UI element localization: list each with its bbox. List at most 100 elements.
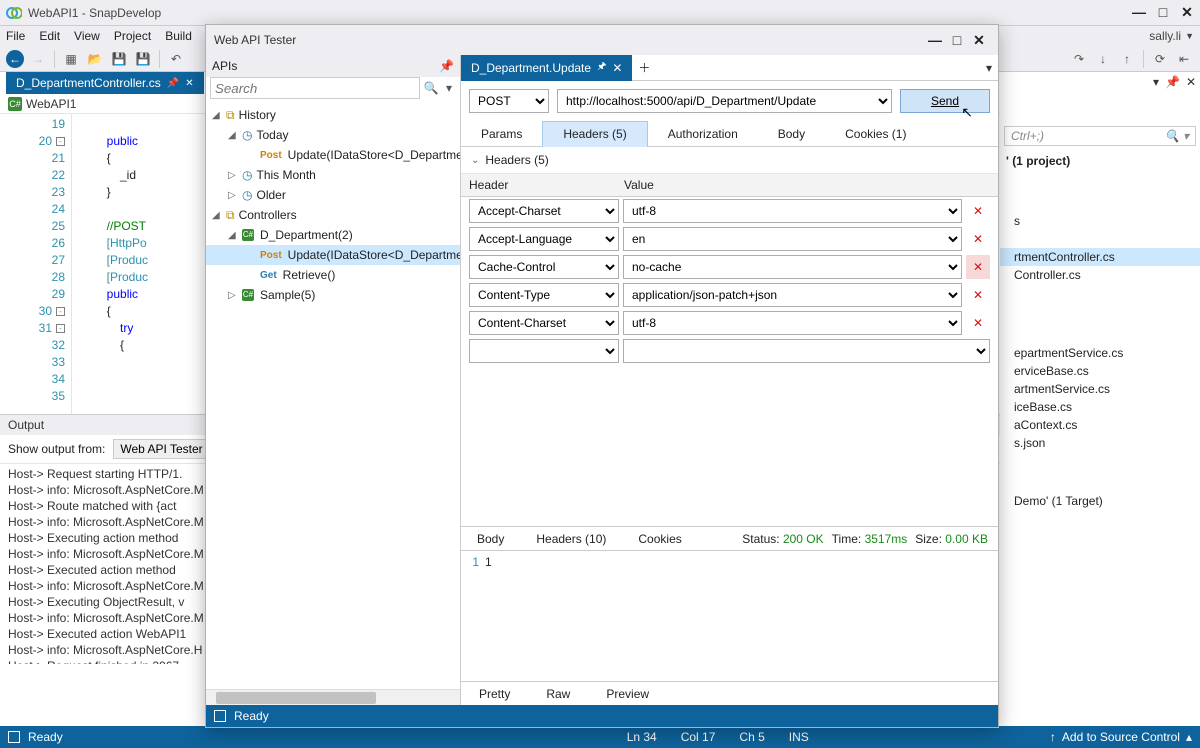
url-input[interactable]: http://localhost:5000/api/D_Department/U… [557,89,892,113]
header-key-select[interactable] [469,339,619,363]
list-item[interactable]: rtmentController.cs [1000,248,1200,266]
delete-header-button[interactable]: ✕ [966,227,990,251]
delete-header-button[interactable]: ✕ [966,255,990,279]
code-body[interactable]: public { _id } //POST [HttpPo [Produc [P… [72,114,148,414]
send-button[interactable]: Send↖ [900,89,990,113]
method-select[interactable]: POST [469,89,549,113]
header-value-select[interactable]: application/json-patch+json [623,283,962,307]
solution-search[interactable]: Ctrl+;)🔍 ▾ [1004,126,1196,146]
tree-sample[interactable]: Sample(5) [260,288,315,302]
list-item[interactable]: epartmentService.cs [1000,344,1200,362]
list-item[interactable]: s [1000,212,1200,230]
nav-back-button[interactable]: ← [6,50,24,68]
outdent-icon[interactable]: ⇤ [1174,49,1194,69]
refresh-icon[interactable]: ⟳ [1150,49,1170,69]
close-icon[interactable]: ✕ [185,78,193,89]
tester-close-button[interactable]: ✕ [968,32,990,49]
menu-build[interactable]: Build [165,29,192,43]
step-over-icon[interactable]: ↷ [1069,49,1089,69]
list-item[interactable]: Demo' (1 Target) [1000,492,1200,510]
step-out-icon[interactable]: ↑ [1117,49,1137,69]
resp-view-preview[interactable]: Preview [588,682,667,705]
list-item[interactable]: s.json [1000,434,1200,452]
delete-header-button[interactable]: ✕ [966,199,990,223]
tree-controllers[interactable]: Controllers [239,208,297,222]
tab-body[interactable]: Body [758,121,825,147]
list-item[interactable]: erviceBase.cs [1000,362,1200,380]
save-all-button[interactable]: 💾 [133,49,153,69]
step-into-icon[interactable]: ↓ [1093,49,1113,69]
nav-forward-button[interactable]: → [28,49,48,69]
header-key-select[interactable]: Cache-Control [469,255,619,279]
tab-auth[interactable]: Authorization [648,121,758,147]
save-button[interactable]: 💾 [109,49,129,69]
account-label[interactable]: sally.li ▼ [1149,29,1194,43]
add-tab-button[interactable]: ＋ [632,59,656,76]
pin-icon[interactable]: 📌 [1165,75,1180,89]
tree-dept[interactable]: D_Department(2) [260,228,353,242]
list-item[interactable]: iceBase.cs [1000,398,1200,416]
list-item[interactable]: aContext.cs [1000,416,1200,434]
tree-today[interactable]: Today [256,128,288,142]
pin-icon[interactable]: 🖈 [597,59,606,76]
resp-view-raw[interactable]: Raw [528,682,588,705]
tester-minimize-button[interactable]: — [924,32,946,48]
delete-header-button[interactable]: ✕ [966,283,990,307]
menu-edit[interactable]: Edit [39,29,60,43]
breadcrumb-item[interactable]: WebAPI1 [26,97,76,111]
menu-view[interactable]: View [74,29,100,43]
chevron-down-icon[interactable]: ▾ [442,81,456,95]
tab-params[interactable]: Params [461,121,542,147]
tester-maximize-button[interactable]: □ [946,32,968,48]
resp-tab-body[interactable]: Body [461,527,520,551]
doc-tab[interactable]: D_DepartmentController.cs 📌 ✕ [6,72,204,94]
list-item[interactable]: Controller.cs [1000,266,1200,284]
new-button[interactable]: ▦ [61,49,81,69]
chevron-down-icon[interactable]: ⌄ [471,155,479,166]
undo-icon[interactable]: ↶ [166,49,186,69]
tree-item[interactable]: Retrieve() [283,268,336,282]
delete-header-button[interactable]: ✕ [966,311,990,335]
status-scc[interactable]: ↑ Add to Source Control ▴ [1050,730,1192,744]
list-item[interactable]: artmentService.cs [1000,380,1200,398]
resp-view-pretty[interactable]: Pretty [461,682,528,705]
apis-search-input[interactable] [210,77,420,99]
menu-project[interactable]: Project [114,29,151,43]
ide-maximize-button[interactable]: □ [1156,4,1170,21]
tree-older[interactable]: Older [256,188,285,202]
header-key-select[interactable]: Content-Type [469,283,619,307]
ide-minimize-button[interactable]: — [1132,4,1146,21]
app-icon [6,5,22,21]
resp-tab-headers[interactable]: Headers (10) [520,527,622,551]
ide-close-button[interactable]: ✕ [1180,4,1194,21]
tree-item[interactable]: Update(IDataStore<D_Departme [288,248,460,262]
dropdown-icon[interactable]: ▾ [1153,75,1159,89]
tree-history[interactable]: History [239,108,276,122]
apis-tree[interactable]: ◢⧉History ◢◷Today PostUpdate(IDataStore<… [206,103,460,689]
search-icon[interactable]: 🔍 [420,81,442,95]
pin-icon[interactable]: 📌 [167,78,179,89]
header-key-select[interactable]: Accept-Language [469,227,619,251]
solution-root[interactable]: ' (1 project) [1000,150,1200,172]
header-value-select[interactable]: no-cache [623,255,962,279]
tab-cookies[interactable]: Cookies (1) [825,121,926,147]
pin-icon[interactable]: 📌 [439,59,454,73]
header-value-select[interactable]: en [623,227,962,251]
response-body[interactable]: 1 1 [461,551,998,681]
tree-item[interactable]: Update(IDataStore<D_Departme [288,148,460,162]
header-value-select[interactable]: utf-8 [623,199,962,223]
header-value-select[interactable]: utf-8 [623,311,962,335]
header-key-select[interactable]: Content-Charset [469,311,619,335]
tab-headers[interactable]: Headers (5) [542,121,647,147]
resp-tab-cookies[interactable]: Cookies [622,527,697,551]
tree-thismonth[interactable]: This Month [256,168,315,182]
close-icon[interactable]: ✕ [612,61,622,75]
close-icon[interactable]: ✕ [1186,75,1196,89]
header-value-select[interactable] [623,339,990,363]
open-button[interactable]: 📂 [85,49,105,69]
menu-file[interactable]: File [6,29,25,43]
header-key-select[interactable]: Accept-Charset [469,199,619,223]
request-tab[interactable]: D_Department.Update 🖈 ✕ [461,55,632,81]
apis-hscrollbar[interactable] [206,689,460,705]
chevron-down-icon[interactable]: ▾ [980,61,998,75]
